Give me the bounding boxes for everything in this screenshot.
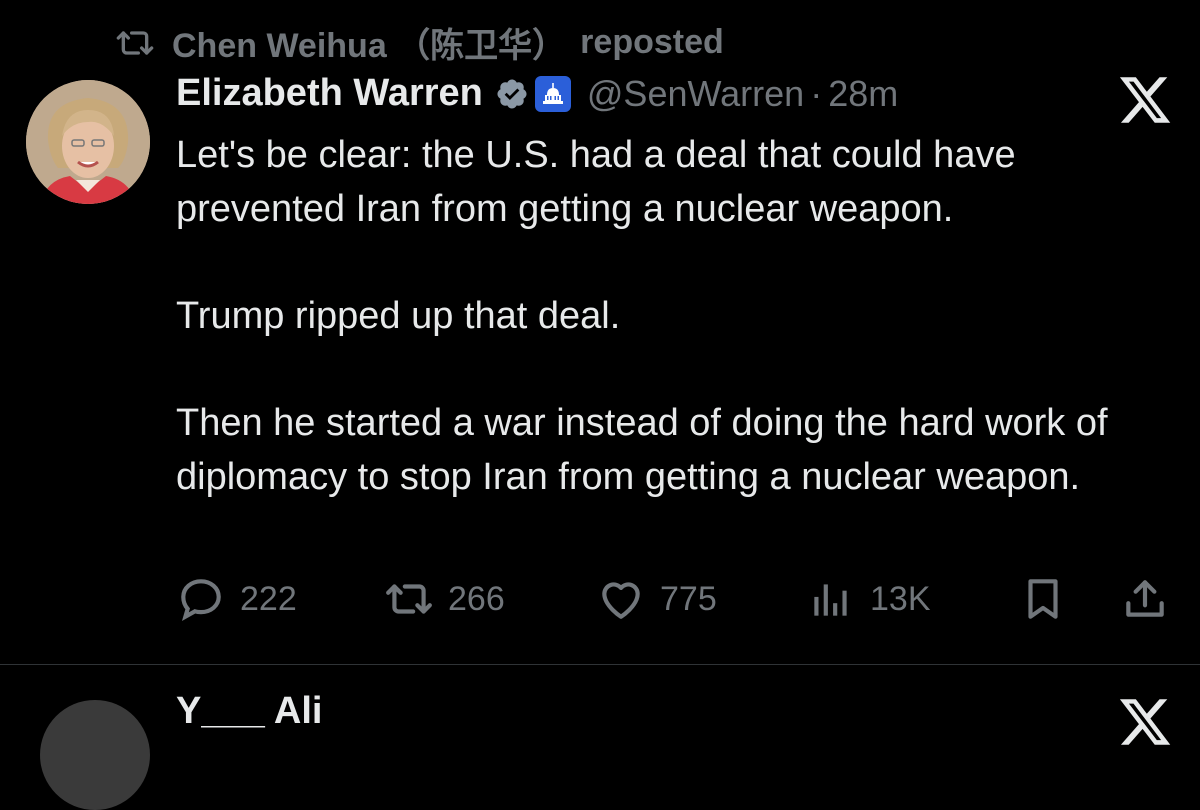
tweet-paragraph: Trump ripped up that deal. [176, 295, 621, 337]
reply-button[interactable]: 222 [176, 574, 297, 624]
x-logo-icon[interactable] [1116, 72, 1174, 128]
author-handle[interactable]: @SenWarren [587, 73, 804, 115]
repost-context[interactable]: Chen Weihua （陈卫华） reposted [112, 18, 724, 67]
repost-count: 266 [448, 579, 505, 618]
next-tweet-avatar[interactable] [40, 700, 150, 810]
separator-dot: · [810, 72, 823, 114]
reposter-name[interactable]: Chen Weihua （陈卫华） [172, 18, 566, 67]
like-icon [602, 582, 640, 619]
capitol-affiliation-icon[interactable] [534, 75, 571, 112]
repost-icon [116, 30, 154, 55]
repost-icon [386, 584, 432, 614]
bookmark-button[interactable] [1018, 574, 1068, 624]
like-count: 775 [660, 579, 717, 618]
share-button[interactable] [1120, 574, 1170, 624]
timestamp[interactable]: 28m [828, 73, 898, 115]
action-bar: 222 266 775 13K [176, 574, 1176, 630]
repost-button[interactable]: 266 [384, 574, 505, 624]
share-icon [1126, 580, 1164, 617]
bookmark-icon [1028, 579, 1058, 619]
views-button[interactable]: 13K [806, 574, 931, 624]
reply-icon [181, 579, 221, 622]
reply-count: 222 [240, 579, 297, 618]
tweet-header: Elizabeth Warren @SenWarren · 28m [176, 72, 898, 115]
views-icon [814, 584, 847, 616]
x-logo-icon[interactable] [1116, 694, 1174, 750]
repost-label: reposted [580, 23, 724, 61]
tweet-text: Let's be clear: the U.S. had a deal that… [176, 128, 1176, 557]
avatar-image [26, 80, 150, 204]
avatar[interactable] [26, 80, 150, 204]
tweet-divider [0, 664, 1200, 665]
author-name[interactable]: Elizabeth Warren [176, 72, 483, 115]
like-button[interactable]: 775 [596, 574, 717, 624]
views-count: 13K [870, 579, 931, 618]
tweet-paragraph: Let's be clear: the U.S. had a deal that… [176, 134, 1016, 230]
next-tweet-author[interactable]: Y___ Ali [176, 690, 322, 733]
tweet-paragraph: Then he started a war instead of doing t… [176, 402, 1108, 498]
verified-badge-icon[interactable] [495, 77, 529, 111]
